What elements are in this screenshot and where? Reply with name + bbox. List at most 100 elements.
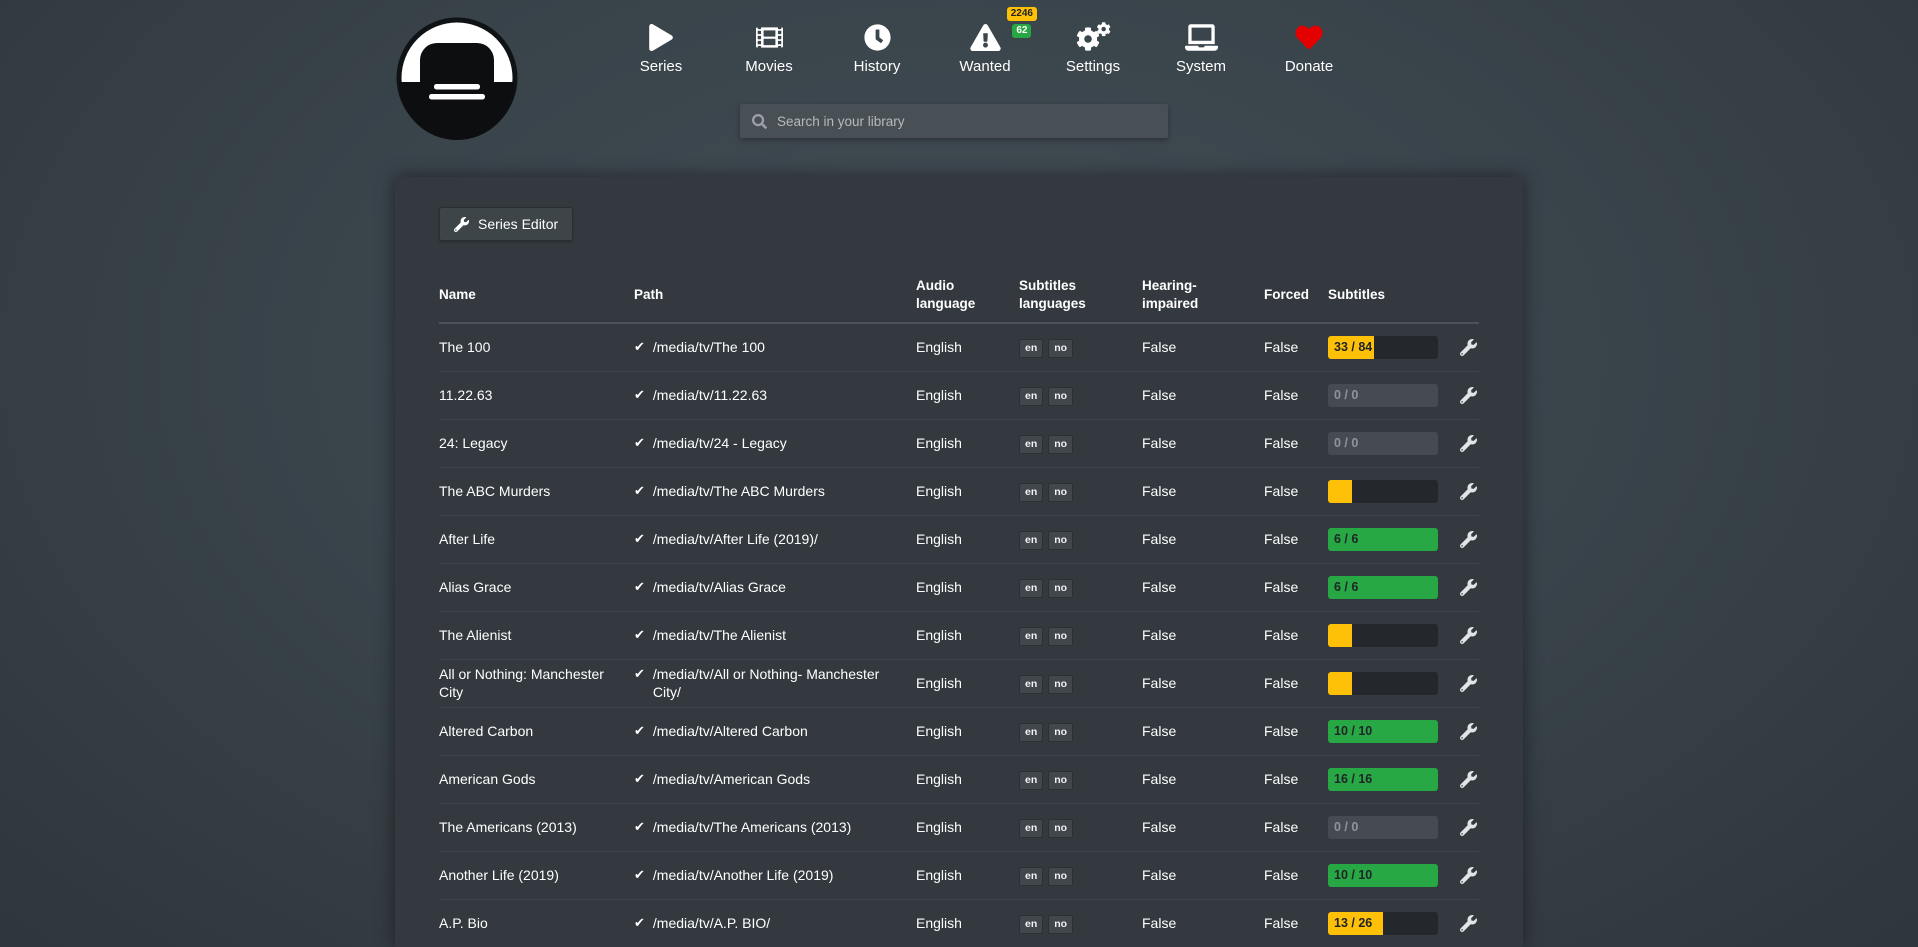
subtitles-progress-bar: 13 / 26 (1328, 912, 1438, 935)
path-exists-check-icon: ✔ (634, 867, 645, 883)
series-name[interactable]: Alias Grace (439, 579, 634, 597)
table-header: Name Path Audio language Subtitles langu… (439, 277, 1479, 324)
top-header: Series Movies History Wanted 2246 62 (395, 0, 1523, 177)
subtitles-progress-cell (1328, 480, 1460, 503)
row-actions (1460, 339, 1479, 356)
edit-series-wrench-icon[interactable] (1460, 867, 1477, 884)
series-name[interactable]: Another Life (2019) (439, 867, 634, 885)
nav-item-series[interactable]: Series (623, 20, 699, 75)
table-row: Another Life (2019) ✔ /media/tv/Another … (439, 852, 1479, 900)
hearing-impaired-value: False (1142, 483, 1264, 501)
row-actions (1460, 819, 1479, 836)
subtitles-progress-cell (1328, 624, 1460, 647)
series-name[interactable]: The 100 (439, 339, 634, 357)
series-path: ✔ /media/tv/All or Nothing- Manchester C… (634, 666, 916, 701)
table-row: The ABC Murders ✔ /media/tv/The ABC Murd… (439, 468, 1479, 516)
language-badge: no (1048, 435, 1073, 454)
forced-value: False (1264, 675, 1328, 693)
edit-series-wrench-icon[interactable] (1460, 531, 1477, 548)
series-name[interactable]: The ABC Murders (439, 483, 634, 501)
hearing-impaired-value: False (1142, 867, 1264, 885)
subtitles-progress-bar (1328, 624, 1438, 647)
forced-value: False (1264, 819, 1328, 837)
series-name[interactable]: The Americans (2013) (439, 819, 634, 837)
nav-item-history[interactable]: History (839, 20, 915, 75)
edit-series-wrench-icon[interactable] (1460, 387, 1477, 404)
edit-series-wrench-icon[interactable] (1460, 771, 1477, 788)
edit-series-wrench-icon[interactable] (1460, 339, 1477, 356)
series-name[interactable]: 11.22.63 (439, 387, 634, 405)
series-path: ✔ /media/tv/11.22.63 (634, 387, 916, 405)
subtitles-progress-bar: 33 / 84 (1328, 336, 1438, 359)
subtitles-progress-bar: 0 / 0 (1328, 432, 1438, 455)
language-badge: en (1019, 771, 1043, 790)
language-badge: en (1019, 627, 1043, 646)
nav-label: Wanted (959, 58, 1010, 75)
nav-item-settings[interactable]: Settings (1055, 20, 1131, 75)
series-name[interactable]: 24: Legacy (439, 435, 634, 453)
series-path: ✔ /media/tv/24 - Legacy (634, 435, 916, 453)
edit-series-wrench-icon[interactable] (1460, 435, 1477, 452)
subtitles-progress-cell: 6 / 6 (1328, 528, 1460, 551)
series-name[interactable]: A.P. Bio (439, 915, 634, 933)
forced-value: False (1264, 339, 1328, 357)
hearing-impaired-value: False (1142, 579, 1264, 597)
edit-series-wrench-icon[interactable] (1460, 675, 1477, 692)
nav-item-system[interactable]: System (1163, 20, 1239, 75)
series-path: ✔ /media/tv/The Americans (2013) (634, 819, 916, 837)
subtitles-progress-bar: 0 / 0 (1328, 816, 1438, 839)
series-editor-button[interactable]: Series Editor (439, 207, 573, 241)
series-path-text: /media/tv/The ABC Murders (653, 483, 825, 501)
language-badge: en (1019, 723, 1043, 742)
subtitles-progress-bar: 6 / 6 (1328, 528, 1438, 551)
path-exists-check-icon: ✔ (634, 723, 645, 739)
language-badge: no (1048, 915, 1073, 934)
subtitles-progress-cell: 16 / 16 (1328, 768, 1460, 791)
forced-value: False (1264, 483, 1328, 501)
subtitles-languages-badges: enno (1019, 386, 1142, 406)
language-badge: no (1048, 579, 1073, 598)
laptop-icon (1185, 20, 1218, 54)
table-row: Alias Grace ✔ /media/tv/Alias Grace Engl… (439, 564, 1479, 612)
progress-label: 0 / 0 (1334, 436, 1358, 452)
progress-fill (1328, 624, 1352, 647)
series-name[interactable]: After Life (439, 531, 634, 549)
series-name[interactable]: The Alienist (439, 627, 634, 645)
series-path: ✔ /media/tv/The ABC Murders (634, 483, 916, 501)
play-icon (649, 20, 673, 54)
subtitles-languages-badges: enno (1019, 530, 1142, 550)
language-badge: en (1019, 483, 1043, 502)
wanted-movies-badge: 62 (1012, 24, 1031, 38)
row-actions (1460, 579, 1479, 596)
row-actions (1460, 771, 1479, 788)
nav-item-donate[interactable]: Donate (1271, 20, 1347, 75)
edit-series-wrench-icon[interactable] (1460, 819, 1477, 836)
path-exists-check-icon: ✔ (634, 627, 645, 643)
path-exists-check-icon: ✔ (634, 579, 645, 595)
bazarr-logo[interactable] (395, 16, 519, 140)
edit-series-wrench-icon[interactable] (1460, 915, 1477, 932)
series-name[interactable]: American Gods (439, 771, 634, 789)
series-path-text: /media/tv/After Life (2019)/ (653, 531, 818, 549)
series-path-text: /media/tv/American Gods (653, 771, 810, 789)
edit-series-wrench-icon[interactable] (1460, 627, 1477, 644)
subtitles-languages-badges: enno (1019, 722, 1142, 742)
edit-series-wrench-icon[interactable] (1460, 723, 1477, 740)
series-path-text: /media/tv/All or Nothing- Manchester Cit… (653, 666, 906, 701)
series-path: ✔ /media/tv/Another Life (2019) (634, 867, 916, 885)
series-name[interactable]: All or Nothing: Manchester City (439, 666, 634, 701)
series-path-text: /media/tv/24 - Legacy (653, 435, 787, 453)
subtitles-progress-bar: 6 / 6 (1328, 576, 1438, 599)
edit-series-wrench-icon[interactable] (1460, 483, 1477, 500)
series-name[interactable]: Altered Carbon (439, 723, 634, 741)
path-exists-check-icon: ✔ (634, 915, 645, 931)
wrench-icon (454, 217, 469, 232)
nav-item-movies[interactable]: Movies (731, 20, 807, 75)
edit-series-wrench-icon[interactable] (1460, 579, 1477, 596)
path-exists-check-icon: ✔ (634, 771, 645, 787)
subtitles-progress-bar: 0 / 0 (1328, 384, 1438, 407)
warning-triangle-icon (970, 20, 1001, 54)
language-badge: en (1019, 387, 1043, 406)
nav-item-wanted[interactable]: Wanted 2246 62 (947, 20, 1023, 75)
search-input[interactable] (775, 113, 1168, 130)
